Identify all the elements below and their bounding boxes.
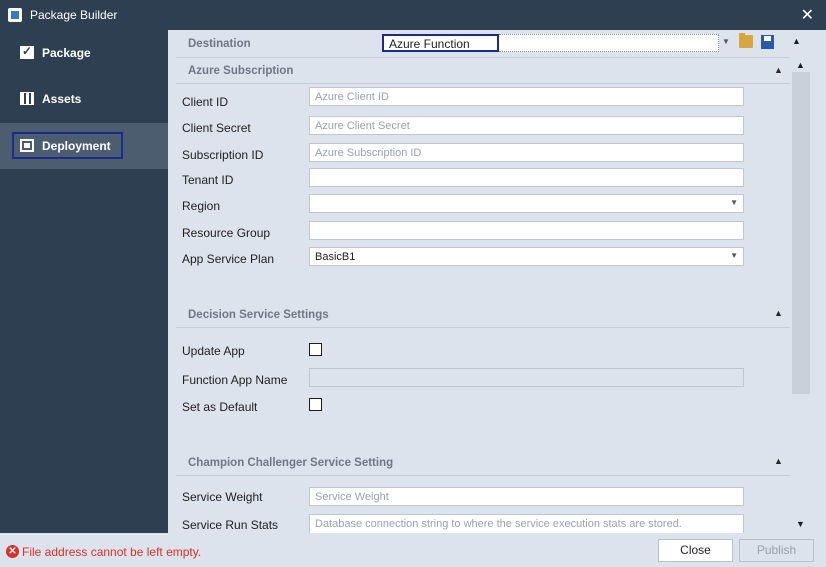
sidebar: Package Assets Deployment bbox=[0, 30, 168, 533]
client-id-input[interactable]: Azure Client ID bbox=[309, 87, 744, 106]
chevron-down-icon[interactable]: ▼ bbox=[722, 37, 730, 46]
subscription-id-label: Subscription ID bbox=[182, 148, 264, 162]
azure-subscription-heading: Azure Subscription bbox=[188, 65, 294, 77]
region-label: Region bbox=[182, 199, 221, 213]
function-app-name-input[interactable] bbox=[309, 368, 744, 387]
scrollbar[interactable]: ▲ ▼ bbox=[792, 58, 810, 533]
destination-select-body[interactable] bbox=[499, 34, 719, 52]
client-id-label: Client ID bbox=[182, 95, 229, 109]
error-icon: ✕ bbox=[6, 545, 19, 558]
assets-grid-icon bbox=[20, 92, 34, 105]
update-app-label: Update App bbox=[182, 344, 245, 358]
app-service-plan-select[interactable]: BasicB1 ▼ bbox=[309, 247, 744, 266]
sidebar-item-assets[interactable]: Assets bbox=[0, 76, 168, 122]
app-service-plan-value: BasicB1 bbox=[315, 251, 356, 263]
resource-group-label: Resource Group bbox=[182, 226, 271, 240]
error-message: File address cannot be left empty. bbox=[22, 545, 202, 559]
window-title: Package Builder bbox=[30, 8, 118, 22]
deployment-icon bbox=[20, 139, 34, 152]
champion-challenger-heading: Champion Challenger Service Setting bbox=[188, 457, 394, 469]
save-icon[interactable] bbox=[761, 35, 774, 49]
footer: ✕ File address cannot be left empty. Clo… bbox=[0, 533, 826, 567]
scroll-down-icon[interactable]: ▼ bbox=[796, 519, 805, 529]
open-folder-icon[interactable] bbox=[739, 33, 753, 48]
update-app-checkbox[interactable] bbox=[309, 343, 322, 356]
subscription-id-input[interactable]: Azure Subscription ID bbox=[309, 143, 744, 162]
collapse-champion-icon[interactable]: ▲ bbox=[774, 456, 783, 466]
close-window-icon[interactable]: ✕ bbox=[801, 5, 814, 25]
sidebar-item-label: Assets bbox=[42, 92, 82, 106]
scroll-up-icon[interactable]: ▲ bbox=[796, 60, 805, 70]
function-app-name-label: Function App Name bbox=[182, 373, 288, 387]
decision-service-heading: Decision Service Settings bbox=[188, 309, 329, 321]
package-check-icon bbox=[20, 44, 34, 59]
set-default-label: Set as Default bbox=[182, 400, 258, 414]
sidebar-item-label: Deployment bbox=[42, 139, 111, 153]
chevron-down-icon: ▼ bbox=[730, 198, 738, 207]
collapse-up-icon[interactable]: ▲ bbox=[792, 36, 801, 46]
tenant-id-label: Tenant ID bbox=[182, 173, 234, 187]
service-weight-label: Service Weight bbox=[182, 490, 263, 504]
region-select[interactable]: ▼ bbox=[309, 194, 744, 213]
sidebar-item-deployment[interactable]: Deployment bbox=[0, 123, 168, 169]
service-run-stats-input[interactable]: Database connection string to where the … bbox=[309, 514, 744, 533]
package-builder-icon bbox=[8, 8, 22, 22]
scrollbar-thumb[interactable] bbox=[792, 72, 810, 394]
divider bbox=[176, 327, 790, 328]
collapse-decision-icon[interactable]: ▲ bbox=[774, 308, 783, 318]
deployment-panel: Destination Azure Function ▼ ▲ Azure Sub… bbox=[168, 30, 826, 533]
resource-group-input[interactable] bbox=[309, 221, 744, 240]
client-secret-label: Client Secret bbox=[182, 121, 251, 135]
destination-label: Destination bbox=[188, 38, 251, 50]
close-button[interactable]: Close bbox=[658, 539, 733, 562]
destination-select[interactable]: Azure Function bbox=[382, 34, 499, 52]
collapse-azure-icon[interactable]: ▲ bbox=[774, 65, 783, 75]
divider bbox=[176, 57, 790, 58]
client-secret-input[interactable]: Azure Client Secret bbox=[309, 116, 744, 135]
service-weight-input[interactable]: Service Weight bbox=[309, 487, 744, 506]
title-bar: Package Builder ✕ bbox=[0, 0, 826, 30]
sidebar-item-package[interactable]: Package bbox=[0, 30, 168, 76]
app-service-plan-label: App Service Plan bbox=[182, 252, 275, 266]
set-default-checkbox[interactable] bbox=[309, 398, 322, 411]
chevron-down-icon: ▼ bbox=[730, 251, 738, 260]
publish-button[interactable]: Publish bbox=[739, 539, 814, 562]
sidebar-item-label: Package bbox=[42, 46, 91, 60]
service-run-stats-label: Service Run Stats bbox=[182, 518, 279, 532]
tenant-id-input[interactable] bbox=[309, 168, 744, 187]
divider bbox=[176, 83, 790, 84]
divider bbox=[176, 475, 790, 476]
